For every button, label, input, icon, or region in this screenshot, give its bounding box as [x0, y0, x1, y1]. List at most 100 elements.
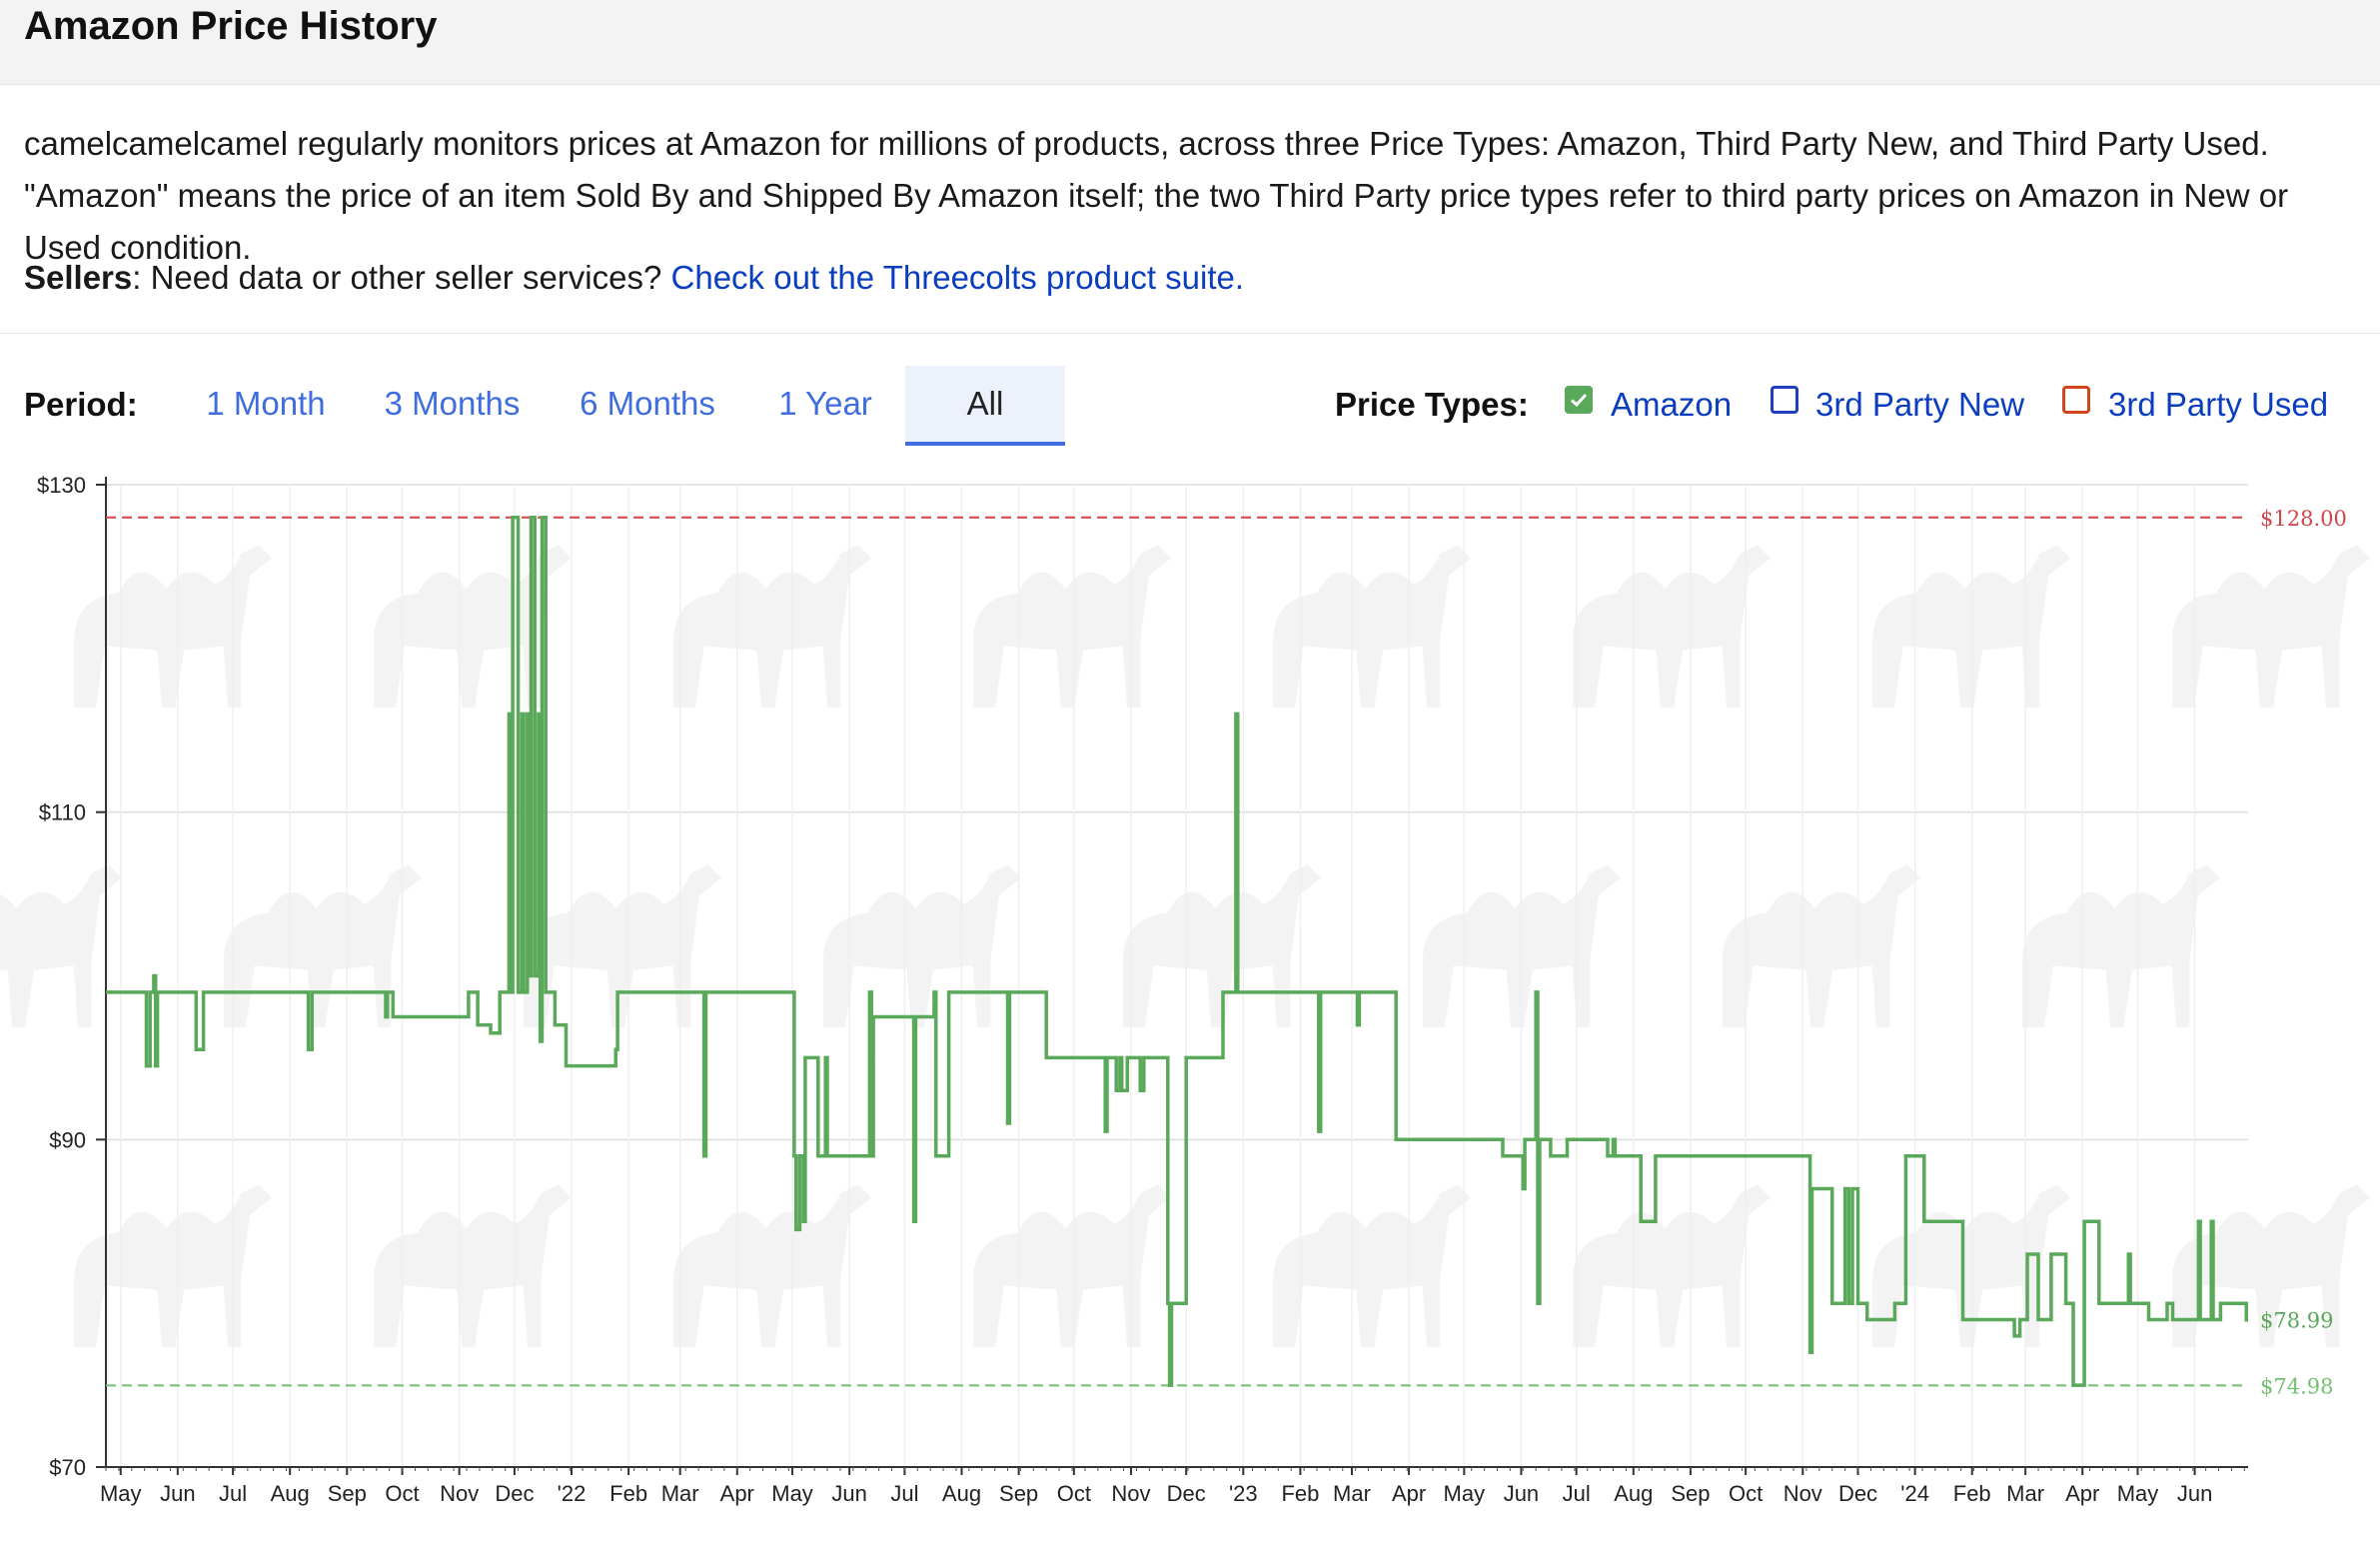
camel-watermark-shape: [374, 1184, 572, 1347]
amazon-checkbox[interactable]: [1565, 386, 1593, 414]
tab-1-month[interactable]: 1 Month: [196, 366, 336, 442]
x-tick-label: Mar: [2006, 1481, 2044, 1506]
camel-watermark-shape: [973, 545, 1171, 708]
threecolts-link[interactable]: Check out the Threecolts product suite.: [671, 259, 1245, 296]
x-tick-label: Apr: [2065, 1481, 2099, 1506]
y-tick-label: $110: [39, 800, 86, 825]
tab-6-months[interactable]: 6 Months: [567, 366, 728, 442]
description-text: camelcamelcamel regularly monitors price…: [24, 125, 2289, 266]
chart-controls: Period: 1 Month 3 Months 6 Months 1 Year…: [0, 366, 2380, 446]
x-tick-label: Apr: [720, 1481, 754, 1506]
tab-1-year[interactable]: 1 Year: [761, 366, 889, 442]
camel-watermark: [0, 864, 123, 1028]
tab-all[interactable]: All: [905, 366, 1065, 446]
x-tick-label: Aug: [1614, 1481, 1653, 1506]
x-tick-label: Nov: [1111, 1481, 1150, 1506]
x-tick-label: Jul: [219, 1481, 247, 1506]
camel-watermark: [673, 1184, 871, 1347]
x-tick-label: '22: [558, 1481, 587, 1506]
camel-watermark-shape: [0, 864, 123, 1028]
x-tick-label: Mar: [1333, 1481, 1371, 1506]
camel-watermark: [1573, 1184, 1771, 1347]
x-tick-label: Jun: [160, 1481, 195, 1506]
camel-watermark: [973, 1184, 1171, 1347]
x-tick-label: Nov: [1784, 1481, 1822, 1506]
x-tick-label: May: [2117, 1481, 2159, 1506]
camel-watermark-shape: [74, 1184, 272, 1347]
third-party-new-label[interactable]: 3rd Party New: [1815, 380, 2024, 430]
camel-watermark: [2022, 864, 2220, 1027]
reference-line-label: $74.98: [2260, 1374, 2333, 1398]
camel-watermark: [74, 1184, 272, 1347]
page-title: Amazon Price History: [24, 4, 438, 48]
section-divider: [0, 333, 2380, 334]
price-history-chart[interactable]: $130 $110 $90 $70 May Jun Jul Aug Sep Oct Nov Dec '…: [0, 450, 2380, 1545]
x-tick-label: Sep: [1671, 1481, 1710, 1506]
y-tick-label: $90: [49, 1127, 86, 1152]
camel-watermark: [973, 545, 1171, 708]
camel-watermark-shape: [1273, 1184, 1471, 1347]
x-tick-label: Oct: [1057, 1481, 1091, 1506]
x-tick-label: Jun: [1504, 1481, 1539, 1506]
camel-watermark-shape: [1723, 864, 1920, 1027]
camel-watermark-shape: [1273, 545, 1471, 708]
x-tick-label: Jul: [1563, 1481, 1591, 1506]
x-tick-label: May: [1444, 1481, 1486, 1506]
camel-watermark: [1273, 1184, 1471, 1347]
x-tick-label: Oct: [1729, 1481, 1763, 1506]
x-tick-label: Dec: [1838, 1481, 1877, 1506]
camel-watermark-shape: [673, 545, 871, 708]
third-party-used-checkbox[interactable]: [2062, 386, 2090, 414]
camel-watermark: [74, 545, 272, 708]
x-tick-label: Nov: [440, 1481, 479, 1506]
camel-watermark: [823, 864, 1021, 1027]
camel-watermark: [1573, 545, 1771, 708]
x-tick-label: Dec: [1167, 1481, 1206, 1506]
x-tick-label: '24: [1900, 1481, 1929, 1506]
sellers-label: Sellers: [24, 259, 133, 296]
x-tick-label: Sep: [999, 1481, 1038, 1506]
check-icon: [1570, 393, 1588, 408]
x-tick-label: Feb: [1281, 1481, 1319, 1506]
camel-watermark-shape: [673, 1184, 871, 1347]
sellers-line: Sellers: Need data or other seller servi…: [24, 252, 1244, 304]
x-tick-label: Feb: [1953, 1481, 1991, 1506]
x-tick-label: Feb: [609, 1481, 647, 1506]
x-tick-label: Jun: [2177, 1481, 2212, 1506]
price-types-label: Price Types:: [1335, 386, 1529, 423]
camel-watermark-shape: [973, 1184, 1171, 1347]
period-label: Period:: [24, 386, 138, 423]
x-axis: May Jun Jul Aug Sep Oct Nov Dec '22 Feb Mar Apr May J…: [100, 1466, 2248, 1506]
x-tick-label: Jun: [831, 1481, 866, 1506]
camel-watermark: [374, 1184, 572, 1347]
tab-3-months[interactable]: 3 Months: [370, 366, 535, 442]
camel-watermark-shape: [74, 545, 272, 708]
x-tick-label: Aug: [271, 1481, 310, 1506]
amazon-checkbox-label[interactable]: Amazon: [1611, 380, 1732, 430]
camel-watermark-shape: [823, 864, 1021, 1027]
third-party-used-label[interactable]: 3rd Party Used: [2108, 380, 2328, 430]
camel-watermark-shape: [1573, 1184, 1771, 1347]
camel-watermark: [1723, 864, 1920, 1027]
x-tick-label: May: [100, 1481, 142, 1506]
sellers-text: : Need data or other seller services?: [132, 259, 671, 296]
x-tick-label: Sep: [328, 1481, 367, 1506]
x-tick-label: Apr: [1392, 1481, 1426, 1506]
x-tick-label: Jul: [890, 1481, 918, 1506]
camel-watermark-shape: [2172, 545, 2370, 708]
header-bar: Amazon Price History: [0, 0, 2380, 85]
camel-watermark: [1273, 545, 1471, 708]
x-tick-label: Dec: [495, 1481, 534, 1506]
third-party-new-checkbox[interactable]: [1771, 386, 1798, 414]
reference-line-label: $128.00: [2260, 507, 2347, 531]
x-tick-label: Mar: [661, 1481, 699, 1506]
x-tick-label: Oct: [385, 1481, 419, 1506]
x-tick-label: Aug: [942, 1481, 981, 1506]
y-tick-label: $130: [37, 473, 86, 498]
camel-watermark: [673, 545, 871, 708]
x-tick-label: May: [771, 1481, 813, 1506]
camel-watermark-shape: [2022, 864, 2220, 1027]
camel-watermark: [2172, 545, 2370, 708]
camel-watermark-shape: [1573, 545, 1771, 708]
current-price-label: $78.99: [2260, 1309, 2333, 1333]
